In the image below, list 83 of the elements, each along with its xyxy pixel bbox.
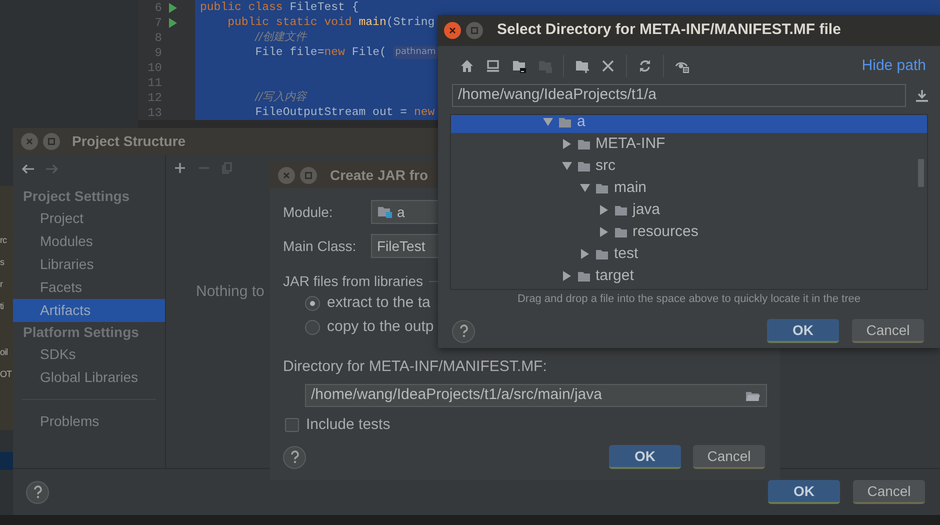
hint-text: Drag and drop a file into the space above to quickly locate it in the tree bbox=[516, 292, 862, 307]
panel-text: OT bbox=[0, 368, 12, 380]
back-button[interactable] bbox=[21, 163, 35, 175]
sidebar-item[interactable]: Problems bbox=[13, 410, 165, 433]
help-button[interactable] bbox=[452, 320, 475, 342]
folder-icon bbox=[595, 248, 609, 260]
tree-item[interactable]: java bbox=[451, 199, 927, 221]
sidebar-item[interactable]: Facets bbox=[13, 276, 165, 299]
parameter-hint: pathnam bbox=[393, 46, 438, 60]
sidebar-item[interactable]: Libraries bbox=[13, 253, 165, 276]
option-label: extract to the ta bbox=[327, 292, 430, 313]
ok-button[interactable]: OK bbox=[609, 445, 681, 469]
home-icon bbox=[460, 59, 474, 73]
panel-text: rc bbox=[0, 234, 6, 246]
close-button[interactable] bbox=[444, 22, 461, 39]
sidebar-item[interactable]: Project bbox=[13, 207, 165, 230]
tree-item[interactable]: a bbox=[451, 115, 927, 133]
help-button[interactable] bbox=[283, 446, 306, 468]
tree-item[interactable]: src bbox=[451, 155, 927, 177]
panel-text: s bbox=[0, 256, 4, 268]
field-label: Directory for META-INF/MANIFEST.MF: bbox=[283, 357, 548, 377]
tree-item[interactable]: main bbox=[451, 177, 927, 199]
refresh-icon bbox=[638, 59, 652, 73]
cancel-button[interactable]: Cancel bbox=[853, 480, 925, 504]
help-button[interactable] bbox=[26, 480, 49, 504]
checkbox-label: Include tests bbox=[306, 414, 390, 435]
tree-item[interactable]: target bbox=[451, 265, 927, 287]
ok-button[interactable]: OK bbox=[767, 319, 839, 343]
window-title: Project Structure bbox=[72, 132, 186, 151]
directory-field[interactable]: /home/wang/IdeaProjects/t1/a/src/main/java bbox=[305, 384, 767, 407]
tree-item[interactable]: resources bbox=[451, 221, 927, 243]
sidebar-item[interactable]: Global Libraries bbox=[13, 366, 165, 389]
question-mark-icon bbox=[32, 485, 42, 499]
folder-icon bbox=[614, 204, 628, 216]
cancel-button[interactable]: Cancel bbox=[852, 319, 924, 343]
window-title: Create JAR fro bbox=[330, 166, 428, 184]
section-heading: Platform Settings bbox=[22, 323, 140, 342]
cancel-button[interactable]: Cancel bbox=[693, 445, 765, 469]
plus-icon bbox=[174, 162, 186, 174]
field-label: Module: bbox=[283, 202, 334, 222]
panel-text: r bbox=[0, 278, 2, 290]
folder-icon bbox=[512, 59, 526, 73]
folder-icon bbox=[576, 138, 590, 150]
question-mark-icon bbox=[458, 324, 468, 338]
close-icon bbox=[26, 138, 33, 145]
copy-icon bbox=[222, 162, 234, 174]
module-icon bbox=[377, 205, 393, 219]
selected-row-highlight bbox=[0, 452, 13, 470]
radio-button[interactable] bbox=[305, 320, 320, 334]
panel-text: oil bbox=[0, 346, 8, 358]
option-label: copy to the outp bbox=[327, 316, 434, 337]
folder-icon bbox=[614, 226, 628, 238]
download-icon bbox=[916, 89, 928, 102]
maximize-icon bbox=[48, 138, 55, 145]
add-button[interactable] bbox=[174, 162, 186, 174]
question-mark-icon bbox=[290, 450, 300, 464]
close-icon bbox=[283, 172, 290, 178]
section-heading: Project Settings bbox=[22, 187, 131, 206]
empty-message: Nothing to bbox=[196, 282, 264, 302]
panel-text: ti bbox=[0, 300, 4, 312]
tree-item[interactable]: META-INF bbox=[451, 133, 927, 155]
folder-icon bbox=[745, 390, 761, 402]
folder-plus-icon bbox=[575, 59, 589, 73]
close-icon bbox=[449, 27, 456, 34]
group-label: JAR files from libraries bbox=[283, 272, 424, 290]
maximize-icon bbox=[471, 27, 478, 34]
field-label: Main Class: bbox=[283, 236, 358, 256]
folder-icon bbox=[576, 160, 590, 172]
checkbox[interactable] bbox=[285, 418, 299, 432]
sidebar-item[interactable]: SDKs bbox=[13, 343, 165, 366]
right-arrow-icon bbox=[45, 163, 59, 175]
sidebar-item[interactable]: Artifacts bbox=[13, 299, 165, 322]
close-icon bbox=[601, 59, 615, 73]
left-arrow-icon bbox=[21, 163, 35, 175]
maximize-icon bbox=[305, 172, 312, 178]
path-field[interactable]: /home/wang/IdeaProjects/t1/a bbox=[452, 84, 906, 107]
ok-button[interactable]: OK bbox=[768, 480, 840, 504]
tree-item[interactable]: test bbox=[451, 243, 927, 265]
folder-icon bbox=[595, 182, 609, 194]
radio-button[interactable] bbox=[305, 296, 320, 310]
sidebar-item[interactable]: Modules bbox=[13, 230, 165, 253]
scrollbar-thumb[interactable] bbox=[918, 159, 924, 187]
monitor-icon bbox=[486, 59, 500, 73]
